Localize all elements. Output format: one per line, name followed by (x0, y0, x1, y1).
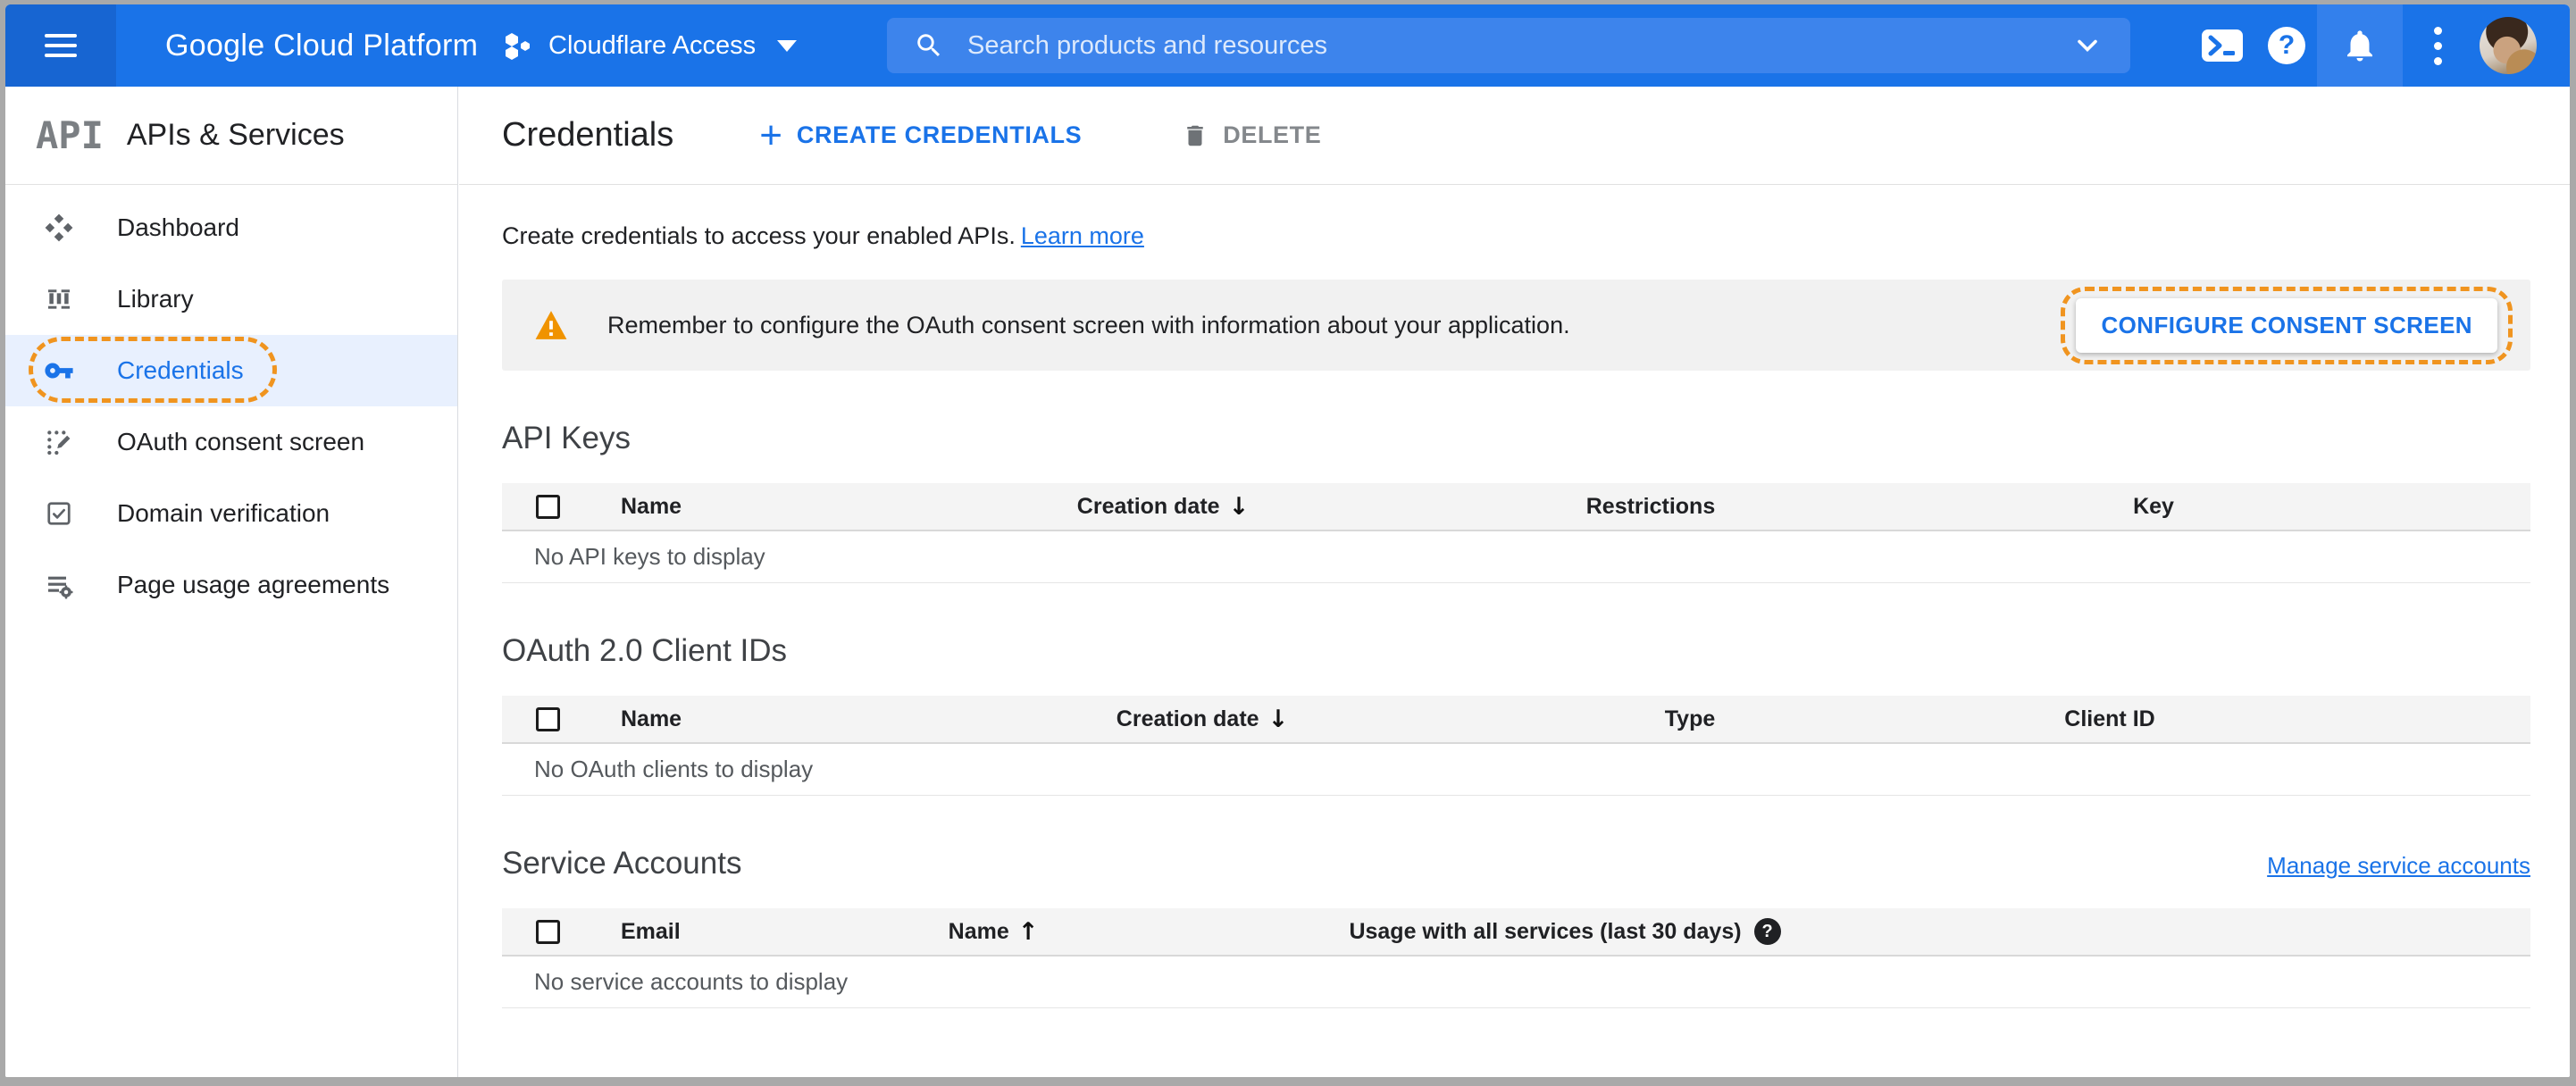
help-icon: ? (2268, 27, 2305, 64)
column-header-name[interactable]: Name (621, 494, 682, 520)
api-product-logo: API (36, 113, 104, 157)
plus-icon: + (759, 113, 782, 157)
consent-button-highlight-ring: CONFIGURE CONSENT SCREEN (2061, 286, 2513, 364)
create-credentials-label: CREATE CREDENTIALS (796, 121, 1083, 148)
sort-desc-icon[interactable]: ↓ (1229, 493, 1250, 521)
page-usage-icon (44, 570, 74, 600)
select-all-checkbox[interactable] (536, 706, 560, 731)
domain-verification-icon (44, 498, 74, 529)
sidebar-item-label: OAuth consent screen (117, 428, 365, 455)
oauth-clients-empty-state: No OAuth clients to display (502, 744, 2530, 796)
service-accounts-empty-state: No service accounts to display (502, 957, 2530, 1008)
cloud-shell-button[interactable] (2188, 4, 2256, 87)
section-title-service-accounts: Service Accounts (502, 846, 742, 881)
column-header-name[interactable]: Name (621, 706, 682, 732)
column-header-email[interactable]: Email (621, 919, 681, 945)
sidebar-item-label: Domain verification (117, 499, 330, 527)
service-accounts-header-row: Email Name ↑ Usage with all services (la… (502, 908, 2530, 957)
column-header-name[interactable]: Name (949, 919, 1009, 945)
column-header-creation-date[interactable]: Creation date (1077, 494, 1220, 520)
key-icon (44, 355, 74, 386)
banner-message: Remember to configure the OAuth consent … (607, 311, 1570, 338)
search-input[interactable] (967, 30, 2071, 61)
select-all-checkbox[interactable] (536, 494, 560, 519)
user-avatar[interactable] (2480, 17, 2537, 74)
learn-more-link[interactable]: Learn more (1021, 222, 1144, 249)
project-name: Cloudflare Access (548, 30, 757, 60)
sidebar: API APIs & Services Dashboard Library Cr… (5, 87, 458, 1077)
cloud-shell-icon (2202, 29, 2243, 62)
search-icon (917, 34, 941, 57)
browser-window: Google Cloud Platform Cloudflare Access (5, 4, 2570, 1077)
sidebar-item-oauth-consent-screen[interactable]: OAuth consent screen (5, 406, 457, 478)
trash-icon (1187, 125, 1203, 146)
warning-icon (535, 311, 567, 339)
sidebar-item-label: Library (117, 285, 194, 313)
intro-sentence: Create credentials to access your enable… (502, 222, 1016, 249)
column-header-usage[interactable]: Usage with all services (last 30 days) (1349, 919, 1741, 945)
topbar-actions: ? (2188, 4, 2537, 87)
sidebar-title: APIs & Services (126, 118, 345, 152)
manage-service-accounts-link[interactable]: Manage service accounts (2267, 852, 2530, 880)
notifications-button[interactable] (2317, 4, 2403, 87)
section-title-api-keys: API Keys (502, 421, 631, 455)
library-icon (44, 284, 74, 314)
kebab-menu-icon (2433, 26, 2442, 65)
gcp-logo[interactable]: Google Cloud Platform (165, 4, 478, 87)
delete-button[interactable]: DELETE (1182, 121, 1321, 149)
oauth-clients-table: Name Creation date ↓ Type Client ID No O… (502, 696, 2530, 796)
notifications-bell-icon (2347, 30, 2372, 62)
usage-help-icon[interactable]: ? (1753, 918, 1781, 945)
column-header-type[interactable]: Type (1665, 706, 1716, 732)
api-keys-header-row: Name Creation date ↓ Restrictions Key (502, 483, 2530, 531)
sidebar-item-credentials[interactable]: Credentials (5, 335, 457, 406)
create-credentials-button[interactable]: + CREATE CREDENTIALS (759, 113, 1083, 157)
sidebar-nav: Dashboard Library Credentials OAuth cons… (5, 185, 457, 621)
consent-warning-banner: Remember to configure the OAuth consent … (502, 280, 2530, 371)
help-button[interactable]: ? (2256, 4, 2317, 87)
section-title-oauth-clients: OAuth 2.0 Client IDs (502, 633, 788, 668)
select-all-checkbox[interactable] (536, 919, 560, 944)
sidebar-item-label: Credentials (117, 356, 244, 384)
sidebar-item-page-usage-agreements[interactable]: Page usage agreements (5, 549, 457, 621)
top-bar: Google Cloud Platform Cloudflare Access (5, 4, 2570, 87)
caret-down-icon (777, 39, 798, 52)
page-header: Credentials + CREATE CREDENTIALS DELETE (459, 87, 2570, 185)
main-menu-button[interactable] (5, 4, 116, 87)
column-header-client-id[interactable]: Client ID (2064, 706, 2154, 732)
search-bar[interactable] (887, 18, 2130, 73)
main-panel: Credentials + CREATE CREDENTIALS DELETE … (459, 87, 2570, 1077)
project-hexagons-icon (506, 33, 530, 60)
column-header-restrictions[interactable]: Restrictions (1586, 494, 1715, 520)
column-header-creation-date[interactable]: Creation date (1117, 706, 1259, 732)
api-keys-table: Name Creation date ↓ Restrictions Key No… (502, 483, 2530, 583)
sidebar-item-label: Page usage agreements (117, 571, 390, 598)
sidebar-item-dashboard[interactable]: Dashboard (5, 192, 457, 263)
sort-desc-icon[interactable]: ↓ (1268, 706, 1289, 733)
configure-consent-screen-button[interactable]: CONFIGURE CONSENT SCREEN (2076, 297, 2497, 353)
chevron-down-icon[interactable] (2071, 29, 2103, 62)
page-title: Credentials (502, 116, 674, 154)
delete-label: DELETE (1223, 121, 1322, 148)
sidebar-item-library[interactable]: Library (5, 263, 457, 335)
column-header-key[interactable]: Key (2133, 494, 2174, 520)
sidebar-item-domain-verification[interactable]: Domain verification (5, 478, 457, 549)
dashboard-icon (44, 213, 74, 243)
intro-text: Create credentials to access your enable… (502, 222, 2530, 250)
service-accounts-table: Email Name ↑ Usage with all services (la… (502, 908, 2530, 1008)
hamburger-menu-icon (45, 34, 77, 57)
api-keys-empty-state: No API keys to display (502, 531, 2530, 583)
content-area: Create credentials to access your enable… (459, 222, 2570, 1008)
service-accounts-header: Service Accounts Manage service accounts (502, 846, 2530, 881)
oauth-clients-header-row: Name Creation date ↓ Type Client ID (502, 696, 2530, 744)
sidebar-item-label: Dashboard (117, 213, 239, 241)
consent-screen-icon (44, 427, 74, 457)
more-options-button[interactable] (2403, 4, 2472, 87)
sort-asc-icon[interactable]: ↑ (1018, 918, 1039, 946)
project-selector[interactable]: Cloudflare Access (502, 4, 798, 87)
sidebar-header: API APIs & Services (5, 87, 457, 185)
